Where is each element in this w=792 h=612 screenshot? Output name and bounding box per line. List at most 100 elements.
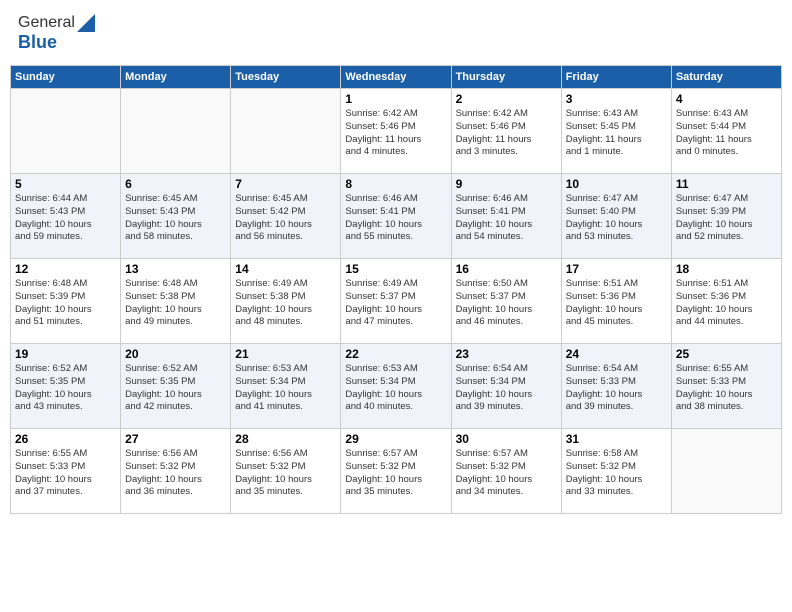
day-number: 2 [456,92,557,106]
day-info: Sunrise: 6:57 AMSunset: 5:32 PMDaylight:… [345,448,446,499]
day-info: Sunrise: 6:58 AMSunset: 5:32 PMDaylight:… [566,448,667,499]
day-number: 15 [345,262,446,276]
weekday-header-row: SundayMondayTuesdayWednesdayThursdayFrid… [11,66,782,89]
calendar-day-cell: 27Sunrise: 6:56 AMSunset: 5:32 PMDayligh… [121,429,231,514]
day-info: Sunrise: 6:56 AMSunset: 5:32 PMDaylight:… [235,448,336,499]
calendar-day-cell: 11Sunrise: 6:47 AMSunset: 5:39 PMDayligh… [671,174,781,259]
calendar-day-cell: 5 Sunrise: 6:44 AMSunset: 5:43 PMDaylight… [11,174,121,259]
day-number: 19 [15,347,116,361]
day-info: Sunrise: 6:46 AMSunset: 5:41 PMDaylight:… [456,193,557,244]
day-info: Sunrise: 6:46 AMSunset: 5:41 PMDaylight:… [345,193,446,244]
calendar-day-cell: 2Sunrise: 6:42 AMSunset: 5:46 PMDaylight… [451,89,561,174]
day-number: 23 [456,347,557,361]
calendar-day-cell: 24Sunrise: 6:54 AMSunset: 5:33 PMDayligh… [561,344,671,429]
logo-general-text: General [18,14,75,32]
day-info: Sunrise: 6:54 AMSunset: 5:34 PMDaylight:… [456,363,557,414]
weekday-header-cell: Wednesday [341,66,451,89]
day-number: 27 [125,432,226,446]
calendar-week-row: 19 Sunrise: 6:52 AMSunset: 5:35 PMDayligh… [11,344,782,429]
calendar-week-row: 1 Sunrise: 6:42 AMSunset: 5:46 PMDaylight… [11,89,782,174]
day-info: Sunrise: 6:45 AMSunset: 5:42 PMDaylight:… [235,193,336,244]
weekday-header-cell: Tuesday [231,66,341,89]
calendar-day-cell: 6 Sunrise: 6:45 AMSunset: 5:43 PMDaylight… [121,174,231,259]
calendar-day-cell: 13Sunrise: 6:48 AMSunset: 5:38 PMDayligh… [121,259,231,344]
calendar-day-cell: 3Sunrise: 6:43 AMSunset: 5:45 PMDaylight… [561,89,671,174]
calendar-day-cell [121,89,231,174]
calendar-day-cell: 16 Sunrise: 6:50 AMSunset: 5:37 PMDayligh… [451,259,561,344]
logo: General Blue [18,14,95,53]
day-number: 10 [566,177,667,191]
calendar-day-cell: 25 Sunrise: 6:55 AMSunset: 5:33 PMDayligh… [671,344,781,429]
calendar-day-cell: 8 Sunrise: 6:46 AMSunset: 5:41 PMDaylight… [341,174,451,259]
day-number: 11 [676,177,777,191]
day-number: 5 [15,177,116,191]
calendar-body: 1 Sunrise: 6:42 AMSunset: 5:46 PMDaylight… [11,89,782,514]
calendar-day-cell: 14Sunrise: 6:49 AMSunset: 5:38 PMDayligh… [231,259,341,344]
calendar-day-cell: 29 Sunrise: 6:57 AMSunset: 5:32 PMDayligh… [341,429,451,514]
calendar-day-cell: 21Sunrise: 6:53 AMSunset: 5:34 PMDayligh… [231,344,341,429]
calendar-day-cell: 4 Sunrise: 6:43 AMSunset: 5:44 PMDaylight… [671,89,781,174]
day-info: Sunrise: 6:49 AMSunset: 5:38 PMDaylight:… [235,278,336,329]
day-info: Sunrise: 6:43 AMSunset: 5:44 PMDaylight:… [676,108,777,159]
calendar-day-cell: 1 Sunrise: 6:42 AMSunset: 5:46 PMDaylight… [341,89,451,174]
calendar-day-cell: 12 Sunrise: 6:48 AMSunset: 5:39 PMDayligh… [11,259,121,344]
calendar-day-cell: 17 Sunrise: 6:51 AMSunset: 5:36 PMDayligh… [561,259,671,344]
calendar-week-row: 5 Sunrise: 6:44 AMSunset: 5:43 PMDaylight… [11,174,782,259]
calendar-day-cell: 22 Sunrise: 6:53 AMSunset: 5:34 PMDayligh… [341,344,451,429]
calendar-day-cell: 30Sunrise: 6:57 AMSunset: 5:32 PMDayligh… [451,429,561,514]
day-number: 24 [566,347,667,361]
day-number: 25 [676,347,777,361]
weekday-header-cell: Saturday [671,66,781,89]
calendar-day-cell: 23 Sunrise: 6:54 AMSunset: 5:34 PMDayligh… [451,344,561,429]
weekday-header-cell: Thursday [451,66,561,89]
day-info: Sunrise: 6:48 AMSunset: 5:38 PMDaylight:… [125,278,226,329]
day-number: 28 [235,432,336,446]
day-info: Sunrise: 6:51 AMSunset: 5:36 PMDaylight:… [566,278,667,329]
calendar-day-cell: 19 Sunrise: 6:52 AMSunset: 5:35 PMDayligh… [11,344,121,429]
calendar-day-cell: 10Sunrise: 6:47 AMSunset: 5:40 PMDayligh… [561,174,671,259]
day-number: 20 [125,347,226,361]
day-info: Sunrise: 6:49 AMSunset: 5:37 PMDaylight:… [345,278,446,329]
day-info: Sunrise: 6:50 AMSunset: 5:37 PMDaylight:… [456,278,557,329]
day-info: Sunrise: 6:52 AMSunset: 5:35 PMDaylight:… [125,363,226,414]
day-number: 12 [15,262,116,276]
day-info: Sunrise: 6:48 AMSunset: 5:39 PMDaylight:… [15,278,116,329]
day-info: Sunrise: 6:53 AMSunset: 5:34 PMDaylight:… [235,363,336,414]
day-number: 22 [345,347,446,361]
calendar-day-cell: 31 Sunrise: 6:58 AMSunset: 5:32 PMDayligh… [561,429,671,514]
calendar-day-cell [231,89,341,174]
calendar-week-row: 26Sunrise: 6:55 AMSunset: 5:33 PMDayligh… [11,429,782,514]
day-number: 6 [125,177,226,191]
calendar-day-cell: 20 Sunrise: 6:52 AMSunset: 5:35 PMDayligh… [121,344,231,429]
day-info: Sunrise: 6:51 AMSunset: 5:36 PMDaylight:… [676,278,777,329]
day-number: 1 [345,92,446,106]
calendar-day-cell [11,89,121,174]
day-number: 7 [235,177,336,191]
day-info: Sunrise: 6:52 AMSunset: 5:35 PMDaylight:… [15,363,116,414]
day-number: 30 [456,432,557,446]
day-info: Sunrise: 6:55 AMSunset: 5:33 PMDaylight:… [15,448,116,499]
day-number: 31 [566,432,667,446]
day-number: 4 [676,92,777,106]
calendar-table: SundayMondayTuesdayWednesdayThursdayFrid… [10,65,782,514]
calendar-day-cell: 15 Sunrise: 6:49 AMSunset: 5:37 PMDayligh… [341,259,451,344]
calendar-day-cell: 7 Sunrise: 6:45 AMSunset: 5:42 PMDaylight… [231,174,341,259]
day-number: 29 [345,432,446,446]
logo-blue-text: Blue [18,32,95,53]
day-number: 8 [345,177,446,191]
calendar-day-cell [671,429,781,514]
day-number: 17 [566,262,667,276]
weekday-header-cell: Sunday [11,66,121,89]
day-number: 16 [456,262,557,276]
day-number: 3 [566,92,667,106]
day-info: Sunrise: 6:42 AMSunset: 5:46 PMDaylight:… [345,108,446,159]
day-number: 18 [676,262,777,276]
weekday-header-cell: Monday [121,66,231,89]
day-info: Sunrise: 6:45 AMSunset: 5:43 PMDaylight:… [125,193,226,244]
calendar-day-cell: 26Sunrise: 6:55 AMSunset: 5:33 PMDayligh… [11,429,121,514]
day-info: Sunrise: 6:55 AMSunset: 5:33 PMDaylight:… [676,363,777,414]
day-number: 9 [456,177,557,191]
day-info: Sunrise: 6:44 AMSunset: 5:43 PMDaylight:… [15,193,116,244]
calendar-day-cell: 28 Sunrise: 6:56 AMSunset: 5:32 PMDayligh… [231,429,341,514]
day-info: Sunrise: 6:53 AMSunset: 5:34 PMDaylight:… [345,363,446,414]
